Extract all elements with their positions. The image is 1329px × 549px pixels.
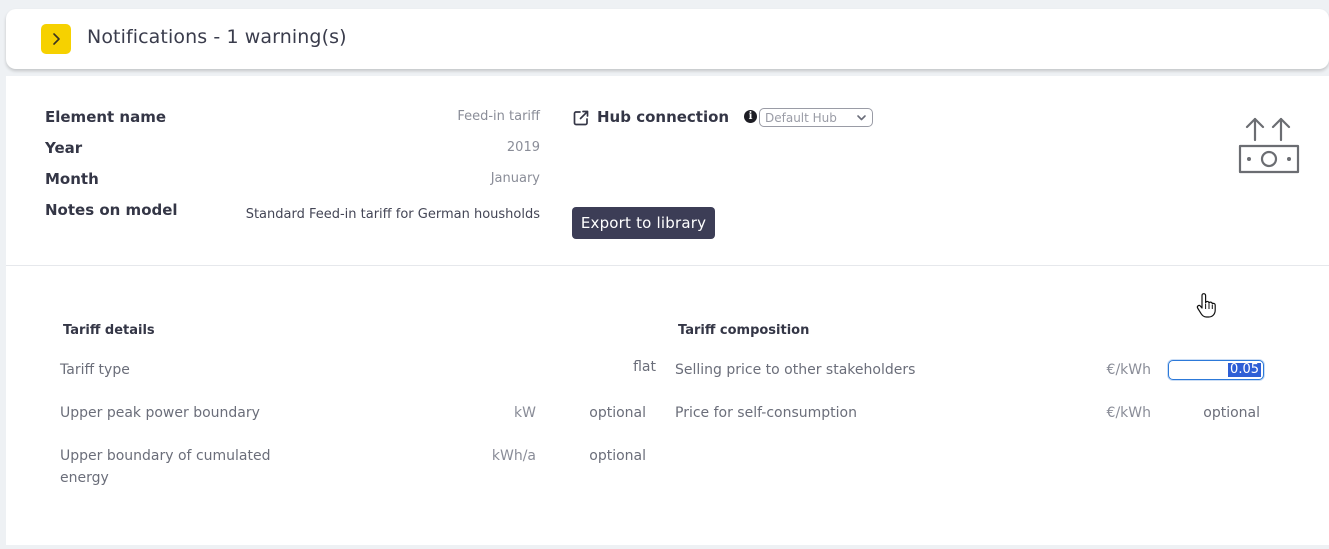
external-link-icon[interactable] bbox=[572, 109, 590, 127]
hub-select-value: Default Hub bbox=[765, 110, 837, 125]
tariff-composition-heading: Tariff composition bbox=[678, 323, 810, 338]
year-label: Year bbox=[45, 139, 83, 157]
notes-value: Standard Feed-in tariff for German housh… bbox=[245, 207, 540, 222]
element-name-value: Feed-in tariff bbox=[457, 109, 540, 124]
element-card: Element name Feed-in tariff Year 2019 Mo… bbox=[6, 76, 1329, 545]
month-label: Month bbox=[45, 170, 99, 188]
chevron-down-icon bbox=[857, 115, 866, 121]
tariff-type-value[interactable]: flat bbox=[633, 359, 656, 375]
selling-price-selected-text: 0.05 bbox=[1228, 362, 1261, 377]
self-consumption-price-value[interactable]: optional bbox=[1203, 402, 1260, 424]
notes-label: Notes on model bbox=[45, 201, 178, 219]
upper-boundary-energy-unit: kWh/a bbox=[491, 448, 536, 464]
selling-price-unit: €/kWh bbox=[1106, 362, 1151, 378]
tariff-details-heading: Tariff details bbox=[63, 323, 155, 338]
upper-peak-power-label: Upper peak power boundary bbox=[60, 405, 260, 421]
self-consumption-price-unit: €/kWh bbox=[1106, 405, 1151, 421]
tariff-type-label: Tariff type bbox=[60, 362, 130, 378]
hub-select[interactable]: Default Hub bbox=[759, 108, 873, 127]
month-value: January bbox=[490, 171, 540, 186]
hand-cursor-icon bbox=[1196, 293, 1216, 319]
info-icon[interactable]: i bbox=[744, 110, 757, 123]
upper-boundary-energy-label: Upper boundary of cumulated energy bbox=[60, 448, 271, 486]
notifications-bar[interactable]: Notifications - 1 warning(s) bbox=[6, 9, 1329, 69]
element-name-label: Element name bbox=[45, 108, 167, 126]
self-consumption-price-label: Price for self-consumption bbox=[675, 405, 857, 421]
selling-price-input[interactable]: 0.05 bbox=[1168, 360, 1264, 380]
section-divider bbox=[6, 265, 1329, 266]
export-to-library-button[interactable]: Export to library bbox=[572, 207, 715, 239]
notifications-title: Notifications - 1 warning(s) bbox=[87, 26, 347, 48]
upper-boundary-energy-value[interactable]: optional bbox=[589, 445, 646, 467]
selling-price-label: Selling price to other stakeholders bbox=[675, 362, 916, 378]
hub-connection-label[interactable]: Hub connection bbox=[597, 108, 729, 126]
year-value: 2019 bbox=[506, 140, 540, 155]
money-upload-icon bbox=[1237, 116, 1301, 178]
upper-peak-power-unit: kW bbox=[514, 405, 536, 421]
chevron-right-icon[interactable] bbox=[41, 24, 71, 54]
upper-peak-power-value[interactable]: optional bbox=[589, 402, 646, 424]
